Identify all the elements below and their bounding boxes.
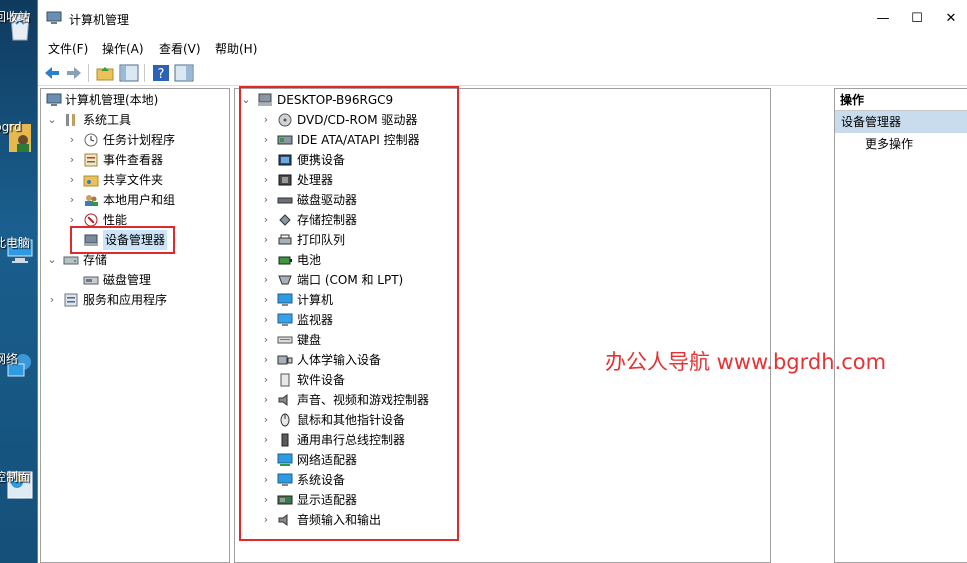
- title-bar[interactable]: 计算机管理 — ☐ ✕: [38, 0, 967, 38]
- tree-label: 共享文件夹: [103, 173, 164, 187]
- desktop-icon-label: 网络: [0, 352, 19, 366]
- pane-gap: [771, 88, 834, 563]
- back-arrow-icon[interactable]: [42, 63, 62, 83]
- computer-management-icon: [46, 11, 62, 24]
- tree-item-task-scheduler[interactable]: › 任务计划程序: [41, 130, 229, 150]
- actions-header: 操作: [835, 89, 967, 111]
- tree-label: 任务计划程序: [103, 133, 176, 147]
- actions-selected-device-manager[interactable]: 设备管理器: [835, 111, 967, 133]
- desktop-strip: 回收站 bgrd 此电脑 网络 控制面: [0, 0, 40, 563]
- services-icon: [64, 293, 78, 307]
- close-button[interactable]: ✕: [934, 0, 967, 38]
- forward-arrow-icon[interactable]: [64, 63, 84, 83]
- desktop-icon-control-panel[interactable]: 控制面: [0, 468, 40, 509]
- chevron-right-icon[interactable]: ›: [67, 130, 77, 150]
- menu-bar: 文件(F) 操作(A) 查看(V) 帮助(H): [38, 38, 967, 60]
- clock-icon: [84, 133, 98, 147]
- chevron-right-icon[interactable]: ›: [67, 170, 77, 190]
- desktop-icon-computer[interactable]: 此电脑: [0, 234, 40, 275]
- chevron-down-icon[interactable]: ⌄: [47, 250, 57, 270]
- disk-management-icon: [83, 276, 99, 285]
- desktop-icon-network[interactable]: 网络: [0, 350, 40, 391]
- storage-icon: [63, 256, 79, 265]
- tree-item-shared-folders[interactable]: › 共享文件夹: [41, 170, 229, 190]
- users-icon: [85, 195, 98, 206]
- event-viewer-icon: [84, 153, 98, 167]
- minimize-button[interactable]: —: [866, 0, 900, 38]
- toolbar: ?: [38, 60, 967, 86]
- tree-label: 事件查看器: [103, 153, 164, 167]
- desktop-icon-recycle-bin[interactable]: 回收站: [0, 8, 40, 49]
- console-tree-pane: 计算机管理(本地) ⌄ 系统工具 › 任务计划程序 › 事件查看器 › 共享文件…: [40, 88, 230, 563]
- tree-item-system-tools[interactable]: ⌄ 系统工具: [41, 110, 229, 130]
- tree-label: 计算机管理(本地): [65, 93, 159, 107]
- desktop-icon-label: 此电脑: [0, 236, 31, 250]
- performance-icon: [84, 213, 98, 227]
- up-folder-icon[interactable]: [95, 63, 115, 83]
- computer-management-icon: [46, 93, 62, 106]
- svg-text:?: ?: [158, 67, 165, 82]
- show-hide-tree-icon[interactable]: [119, 63, 139, 83]
- toolbar-separator: [88, 64, 89, 82]
- desktop-icon-label: 控制面: [0, 470, 31, 484]
- more-actions-link[interactable]: 更多操作: [835, 133, 967, 155]
- tree-item-computer-management[interactable]: 计算机管理(本地): [41, 90, 229, 110]
- tree-label: 系统工具: [83, 113, 132, 127]
- shared-folder-icon: [83, 175, 99, 187]
- chevron-right-icon[interactable]: ›: [67, 190, 77, 210]
- tree-label: 服务和应用程序: [83, 293, 168, 307]
- show-hide-action-pane-icon[interactable]: [174, 63, 194, 83]
- chevron-down-icon[interactable]: ⌄: [47, 110, 57, 130]
- menu-action[interactable]: 操作(A): [102, 40, 144, 57]
- chevron-right-icon[interactable]: ›: [47, 290, 57, 310]
- menu-file[interactable]: 文件(F): [48, 40, 88, 57]
- watermark-text: 办公人导航 www.bgrdh.com: [605, 350, 887, 374]
- tree-item-local-users[interactable]: › 本地用户和组: [41, 190, 229, 210]
- highlight-box-device-list: [239, 86, 459, 541]
- desktop-icon-label: 回收站: [0, 10, 31, 24]
- tree-item-disk-management[interactable]: 磁盘管理: [41, 270, 229, 290]
- menu-view[interactable]: 查看(V): [159, 40, 201, 57]
- highlight-box-device-manager: [70, 226, 175, 254]
- window-title: 计算机管理: [69, 13, 130, 27]
- tree-item-event-viewer[interactable]: › 事件查看器: [41, 150, 229, 170]
- tree-label: 本地用户和组: [103, 193, 176, 207]
- tree-label: 磁盘管理: [103, 273, 152, 287]
- chevron-right-icon[interactable]: ›: [67, 150, 77, 170]
- desktop-icon-label: bgrd: [0, 120, 22, 134]
- tools-icon: [66, 114, 75, 126]
- maximize-button[interactable]: ☐: [900, 0, 934, 38]
- actions-pane: 操作 设备管理器 更多操作: [834, 88, 967, 563]
- help-icon[interactable]: ?: [151, 63, 171, 83]
- menu-help[interactable]: 帮助(H): [215, 40, 257, 57]
- tree-item-services-apps[interactable]: › 服务和应用程序: [41, 290, 229, 310]
- desktop-icon-user-folder[interactable]: bgrd: [0, 120, 40, 161]
- toolbar-separator: [144, 64, 145, 82]
- computer-management-window: 计算机管理 — ☐ ✕ 文件(F) 操作(A) 查看(V) 帮助(H) ? 计算…: [37, 0, 967, 563]
